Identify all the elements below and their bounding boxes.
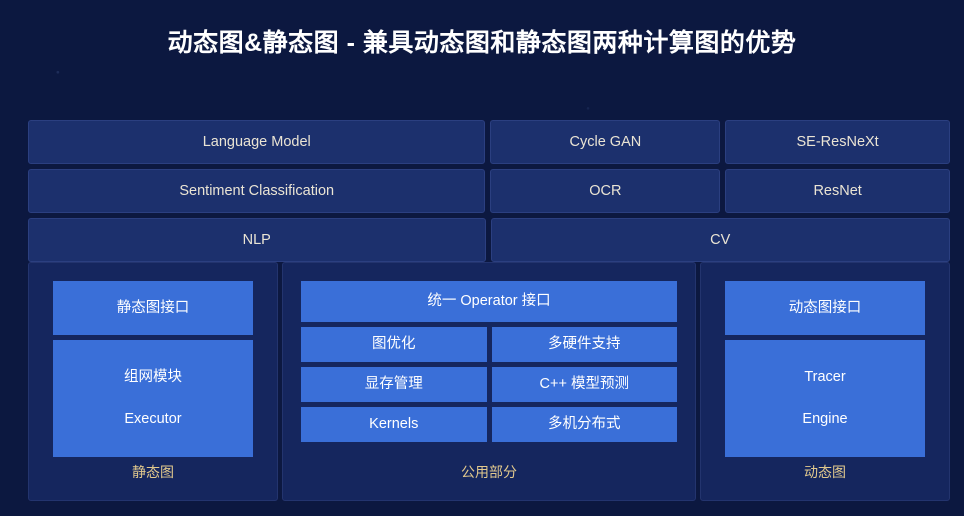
static-graph-label: 静态图 bbox=[132, 464, 174, 480]
application-stack: Language Model Cycle GAN SE-ResNeXt Sent… bbox=[28, 120, 950, 267]
static-graph-body-block[interactable]: 组网模块 Executor bbox=[53, 340, 253, 457]
common-feature-graph-optimization[interactable]: 图优化 bbox=[301, 327, 487, 362]
application-row-2: Sentiment Classification OCR ResNet bbox=[28, 169, 950, 213]
app-cycle-gan[interactable]: Cycle GAN bbox=[490, 120, 721, 164]
panel-common: 统一 Operator 接口 图优化 多硬件支持 显存管理 C++ 模型预测 K… bbox=[282, 262, 696, 501]
dynamic-graph-body-line-1: Tracer bbox=[804, 369, 846, 386]
domain-nlp[interactable]: NLP bbox=[28, 218, 486, 262]
static-graph-api-block[interactable]: 静态图接口 bbox=[53, 281, 253, 335]
common-feature-distributed[interactable]: 多机分布式 bbox=[491, 407, 677, 442]
app-language-model[interactable]: Language Model bbox=[28, 120, 486, 164]
common-feature-multi-hardware[interactable]: 多硬件支持 bbox=[491, 327, 677, 362]
dynamic-graph-api-block[interactable]: 动态图接口 bbox=[725, 281, 925, 335]
dynamic-graph-body-line-2: Engine bbox=[802, 411, 848, 427]
panel-static-graph: 静态图接口 组网模块 Executor 静态图 bbox=[28, 262, 278, 501]
common-feature-memory-management[interactable]: 显存管理 bbox=[301, 367, 487, 402]
framework-panels: 静态图接口 组网模块 Executor 静态图 统一 Operator 接口 图… bbox=[28, 262, 950, 501]
slide-canvas: 动态图&静态图 - 兼具动态图和静态图两种计算图的优势 Language Mod… bbox=[0, 0, 964, 516]
domain-row: NLP CV bbox=[28, 218, 950, 262]
static-graph-body-line-1: 组网模块 bbox=[124, 369, 182, 386]
common-feature-kernels[interactable]: Kernels bbox=[301, 407, 487, 442]
domain-cv[interactable]: CV bbox=[490, 218, 950, 262]
page-title: 动态图&静态图 - 兼具动态图和静态图两种计算图的优势 bbox=[167, 29, 797, 57]
panel-dynamic-graph: 动态图接口 Tracer Engine 动态图 bbox=[700, 262, 950, 501]
application-row-1: Language Model Cycle GAN SE-ResNeXt bbox=[28, 120, 950, 164]
app-ocr[interactable]: OCR bbox=[490, 169, 721, 213]
static-graph-body-line-2: Executor bbox=[124, 411, 182, 427]
common-feature-cpp-inference[interactable]: C++ 模型预测 bbox=[491, 367, 677, 402]
app-sentiment-classification[interactable]: Sentiment Classification bbox=[28, 169, 486, 213]
common-label: 公用部分 bbox=[461, 464, 517, 480]
dynamic-graph-body-block[interactable]: Tracer Engine bbox=[725, 340, 925, 457]
common-feature-grid: 图优化 多硬件支持 显存管理 C++ 模型预测 Kernels 多机分布式 bbox=[301, 327, 677, 442]
common-operator-block[interactable]: 统一 Operator 接口 bbox=[301, 281, 677, 322]
app-resnet[interactable]: ResNet bbox=[725, 169, 950, 213]
dynamic-graph-label: 动态图 bbox=[804, 464, 846, 480]
app-se-resnext[interactable]: SE-ResNeXt bbox=[725, 120, 950, 164]
